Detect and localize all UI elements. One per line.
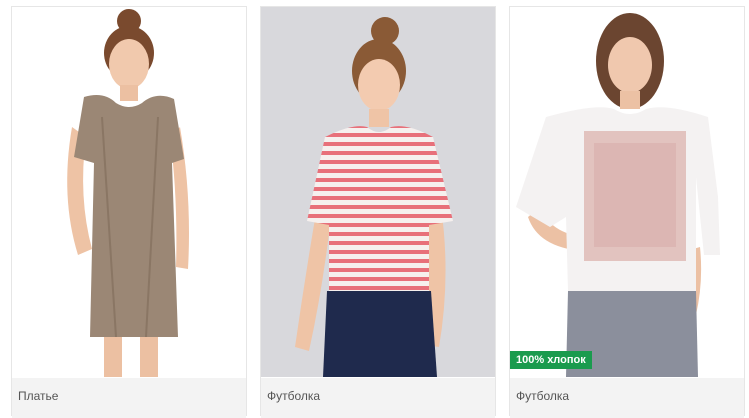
print-tshirt-photo[interactable]: [510, 7, 744, 377]
material-badge: 100% хлопок: [510, 351, 592, 369]
product-card-print-tshirt[interactable]: 100% хлопок Футболка: [509, 6, 745, 418]
product-title[interactable]: Футболка: [267, 389, 320, 403]
striped-tshirt-photo[interactable]: [261, 7, 495, 377]
product-card-dress[interactable]: Платье: [11, 6, 247, 418]
dress-photo[interactable]: [12, 7, 246, 377]
product-title[interactable]: Платье: [18, 389, 58, 403]
product-title[interactable]: Футболка: [516, 389, 569, 403]
product-card-striped-tshirt[interactable]: Футболка: [260, 6, 496, 418]
